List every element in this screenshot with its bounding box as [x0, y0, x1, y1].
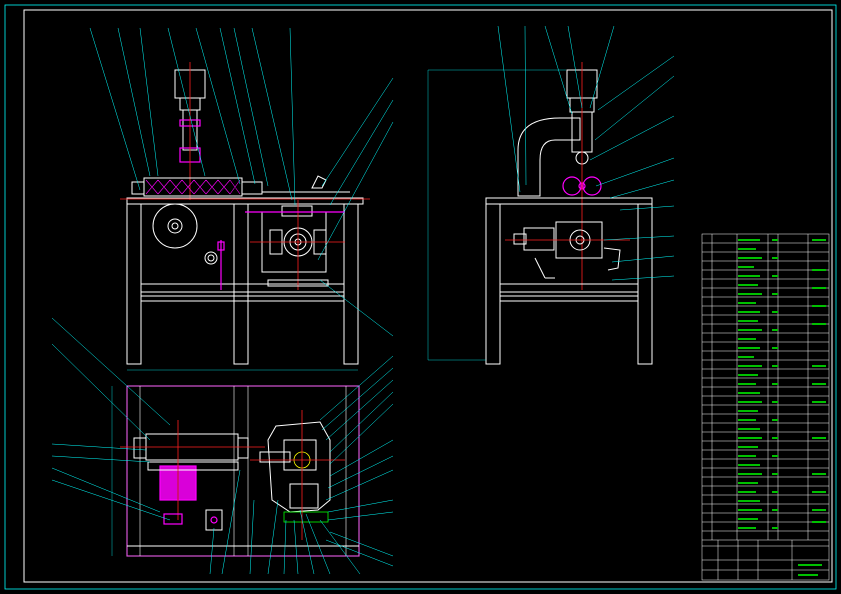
front-view: [89, 27, 394, 371]
parts-list: [701, 233, 830, 581]
top-view: [51, 317, 394, 575]
engineering-drawing: [4, 4, 837, 590]
c-frame: [517, 117, 581, 197]
side-view: [427, 25, 675, 365]
